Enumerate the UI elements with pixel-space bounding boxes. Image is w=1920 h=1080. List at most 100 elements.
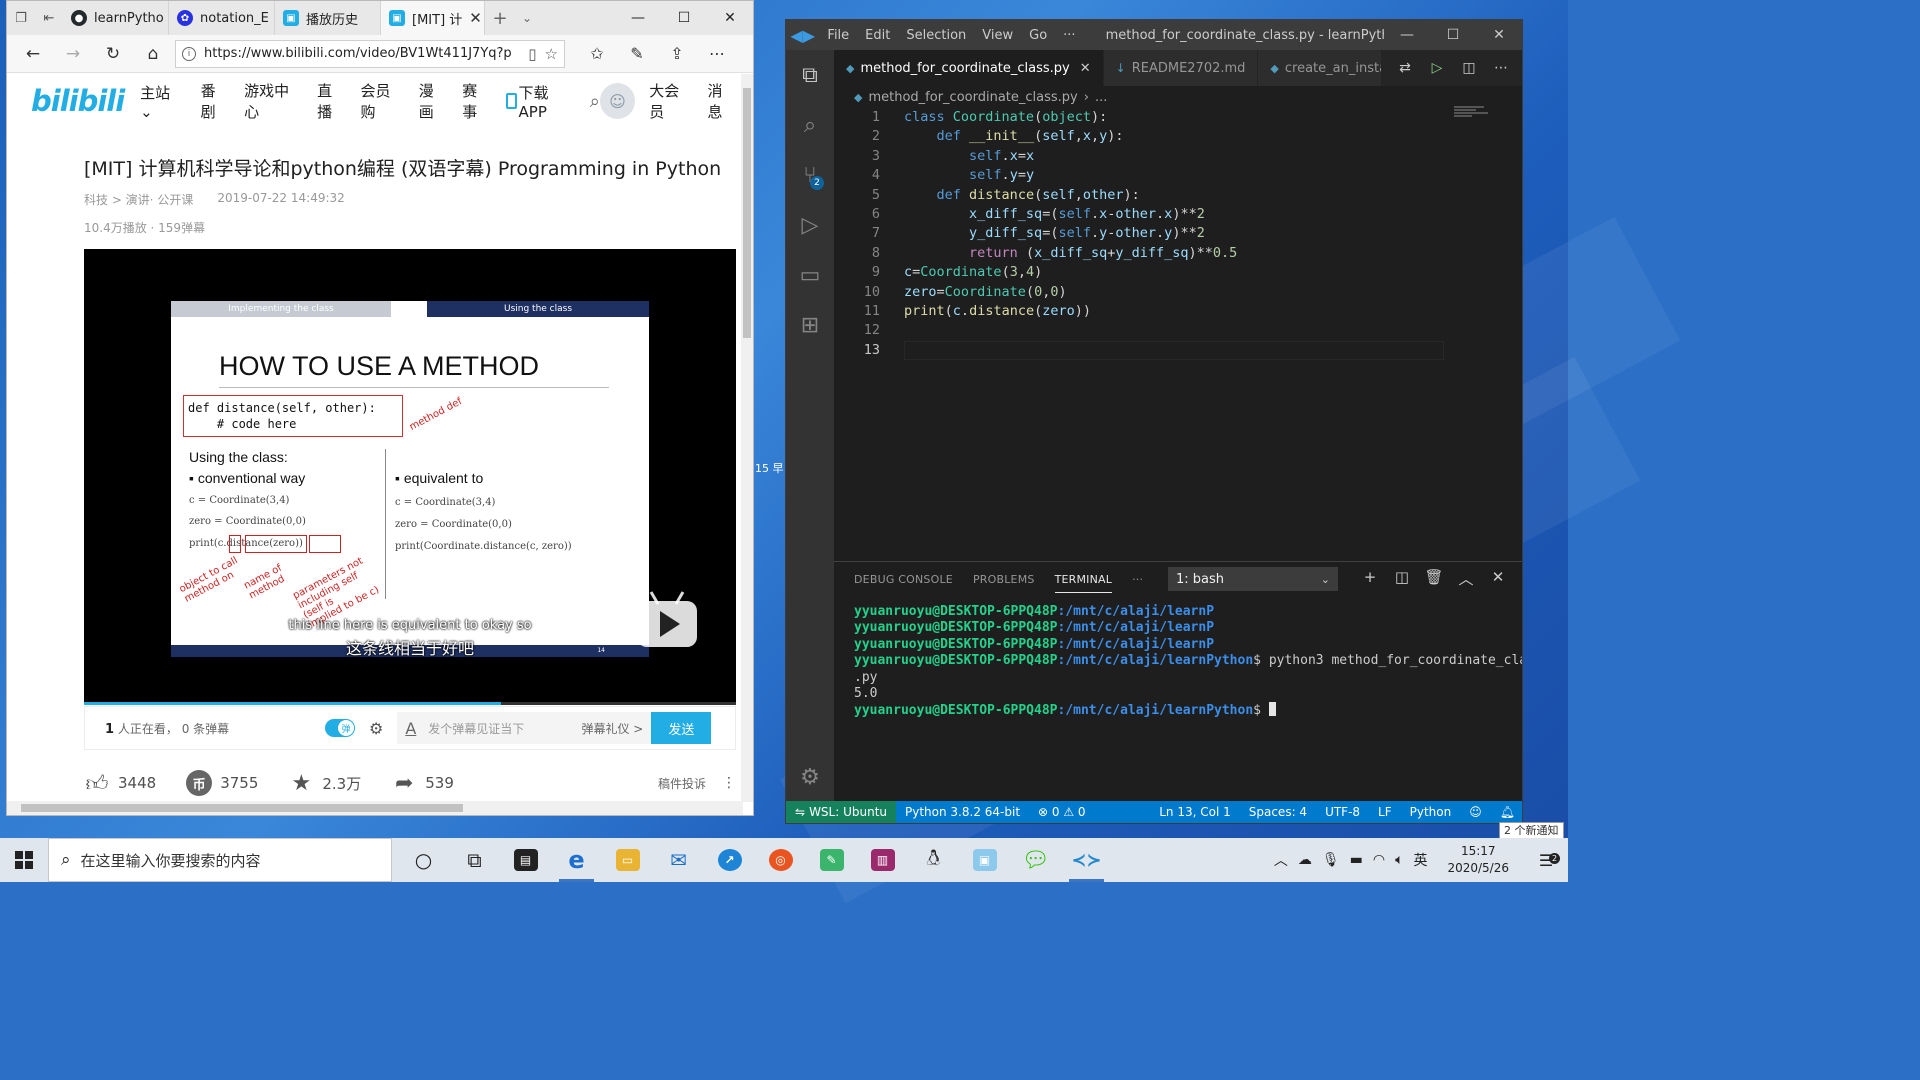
indentation[interactable]: Spaces: 4 (1240, 805, 1316, 819)
source-control-icon[interactable]: ⑂ 2 (786, 150, 834, 200)
page-vertical-scrollbar[interactable] (741, 74, 753, 802)
minimize-button[interactable]: — (615, 1, 661, 35)
more-actions-icon[interactable]: ⋯ (1488, 60, 1514, 76)
more-vertical-icon[interactable]: ⋮ (722, 775, 736, 791)
minimap[interactable] (1454, 106, 1494, 126)
maximize-button[interactable]: ☐ (661, 1, 707, 35)
danmaku-toggle[interactable]: 弹 (325, 719, 355, 737)
ime-indicator[interactable]: 英 (1408, 850, 1432, 870)
download-app-link[interactable]: 下载APP (505, 82, 576, 121)
video-progress-bar[interactable] (84, 702, 736, 705)
nav-item[interactable]: 番剧 (201, 80, 230, 122)
tab-actions-icon[interactable]: ❐ (7, 1, 35, 35)
favorites-hub-icon[interactable]: ✩ (577, 44, 617, 63)
microphone-icon[interactable]: 🎙︎ (1317, 852, 1345, 868)
close-tab-icon[interactable]: ✕ (469, 9, 482, 27)
task-view-icon[interactable]: ⧉ (449, 838, 500, 882)
pen-notes-icon[interactable]: ✎ (617, 44, 657, 63)
code-editor[interactable]: 1 class Coordinate(object): 2 def __init_… (834, 108, 1508, 560)
tab-problems[interactable]: PROBLEMS (973, 573, 1035, 586)
nav-item[interactable]: 游戏中心 (244, 80, 303, 122)
store-icon[interactable]: ▤ (500, 838, 551, 882)
like-button[interactable]: 👍︎ 3448 (84, 770, 157, 797)
language-mode[interactable]: Python (1401, 805, 1461, 819)
vip-link[interactable]: 大会员 (649, 80, 693, 122)
favorite-star-icon[interactable]: ☆ (545, 45, 558, 63)
search-icon[interactable]: ⌕ (590, 91, 600, 112)
python-interpreter[interactable]: Python 3.8.2 64-bit (896, 805, 1029, 819)
start-button[interactable] (0, 838, 48, 882)
feedback-icon[interactable]: ☺ (1460, 805, 1491, 819)
new-tab-button[interactable]: + (485, 8, 515, 29)
battery-icon[interactable]: ▬ (1345, 852, 1368, 868)
editor-tab[interactable]: ◆ create_an_instanc (1258, 50, 1383, 86)
notifications-bell-icon[interactable]: 🔔︎ (1491, 805, 1522, 819)
search-icon[interactable]: ⌕ (786, 100, 834, 150)
tab-more[interactable]: ··· (1132, 573, 1143, 586)
messages-link[interactable]: 消息 (707, 80, 737, 122)
nav-item[interactable]: 直播 (317, 80, 346, 122)
back-button[interactable]: ← (13, 39, 53, 69)
nav-item-main[interactable]: 主站 ⌄ (140, 82, 187, 121)
share-button[interactable]: ➦ 539 (391, 770, 454, 796)
reading-view-icon[interactable]: ▯ (528, 45, 536, 63)
tab-preview-chevron-icon[interactable]: ⌄ (515, 11, 539, 25)
breadcrumb-symbol[interactable]: ... (1095, 90, 1107, 105)
text-style-icon[interactable]: A (405, 719, 416, 738)
kill-terminal-icon[interactable]: 🗑︎ (1422, 568, 1446, 589)
breadcrumb-file[interactable]: method_for_coordinate_class.py (868, 90, 1077, 105)
encoding[interactable]: UTF-8 (1316, 805, 1369, 819)
file-explorer-icon[interactable]: ▭ (602, 838, 653, 882)
maps-icon[interactable]: ↗ (704, 838, 755, 882)
browser-tab[interactable]: ▣ 播放历史 (275, 1, 381, 35)
favorite-button[interactable]: ★ 2.3万 (288, 770, 362, 796)
browser-tab[interactable]: ✿ notation_E (169, 1, 275, 35)
page-horizontal-scrollbar[interactable] (7, 801, 743, 815)
show-hidden-icons-icon[interactable]: ︿ (1269, 850, 1293, 870)
open-changes-icon[interactable]: ⇄ (1392, 60, 1418, 76)
remote-explorer-icon[interactable]: ▭ (786, 250, 834, 300)
problems-indicator[interactable]: ⊗ 0 ⚠ 0 (1029, 805, 1095, 819)
explorer-icon[interactable]: ⧉ (786, 50, 834, 100)
menu-view[interactable]: View (982, 28, 1013, 43)
run-debug-icon[interactable]: ▷ (786, 200, 834, 250)
nav-item[interactable]: 漫画 (419, 80, 448, 122)
danmaku-settings-icon[interactable]: ⚙ (369, 719, 383, 738)
vscode-taskbar-icon[interactable]: ≺≻ (1061, 838, 1112, 882)
terminal-output[interactable]: yyuanruoyu@DESKTOP-6PPQ48P:/mnt/c/alaji/… (854, 604, 1522, 720)
browser-tab[interactable]: ● learnPytho (63, 1, 169, 35)
close-panel-icon[interactable]: ✕ (1486, 568, 1510, 589)
photos-app-icon[interactable]: ▣ (959, 838, 1010, 882)
more-menu-icon[interactable]: ⋯ (697, 44, 737, 63)
action-center-icon[interactable]: ☰ 2 (1524, 851, 1568, 870)
coin-button[interactable]: 币 3755 (186, 770, 258, 796)
avatar[interactable]: ☺ (599, 83, 636, 119)
scrollbar-thumb[interactable] (743, 88, 751, 338)
menu-go[interactable]: Go (1029, 28, 1047, 43)
maximize-button[interactable]: ☐ (1430, 27, 1476, 43)
edge-icon[interactable]: e (551, 838, 602, 882)
maximize-panel-icon[interactable]: ︿ (1454, 568, 1478, 589)
run-file-icon[interactable]: ▷ (1424, 60, 1450, 76)
manage-gear-icon[interactable]: ⚙ (786, 757, 834, 797)
video-category[interactable]: 科技 > 演讲· 公开课 (84, 191, 193, 208)
cursor-position[interactable]: Ln 13, Col 1 (1150, 805, 1240, 819)
wifi-icon[interactable]: ◠ (1368, 852, 1390, 868)
menu-file[interactable]: File (827, 28, 849, 43)
extensions-icon[interactable]: ⊞ (786, 300, 834, 350)
report-link[interactable]: 稿件投诉 (658, 775, 706, 792)
menu-selection[interactable]: Selection (906, 28, 966, 43)
editor-tab[interactable]: ↓ README2702.md (1103, 50, 1259, 86)
menu-more[interactable]: ··· (1063, 28, 1075, 43)
remote-indicator[interactable]: ⇋ WSL: Ubuntu (786, 801, 897, 823)
taskbar-search[interactable]: ⌕ 在这里输入你要搜索的内容 (48, 838, 392, 882)
tabs-aside-icon[interactable]: ⇤ (35, 1, 63, 35)
bilibili-logo[interactable]: bilibili (31, 84, 125, 118)
tab-debug-console[interactable]: DEBUG CONSOLE (854, 573, 953, 586)
split-editor-icon[interactable]: ◫ (1456, 60, 1482, 76)
nav-item[interactable]: 会员购 (361, 80, 405, 122)
refresh-button[interactable]: ↻ (93, 39, 133, 69)
line-endings[interactable]: LF (1369, 805, 1401, 819)
onedrive-cloud-icon[interactable]: ☁ (1293, 852, 1317, 868)
split-terminal-icon[interactable]: ◫ (1390, 568, 1414, 589)
